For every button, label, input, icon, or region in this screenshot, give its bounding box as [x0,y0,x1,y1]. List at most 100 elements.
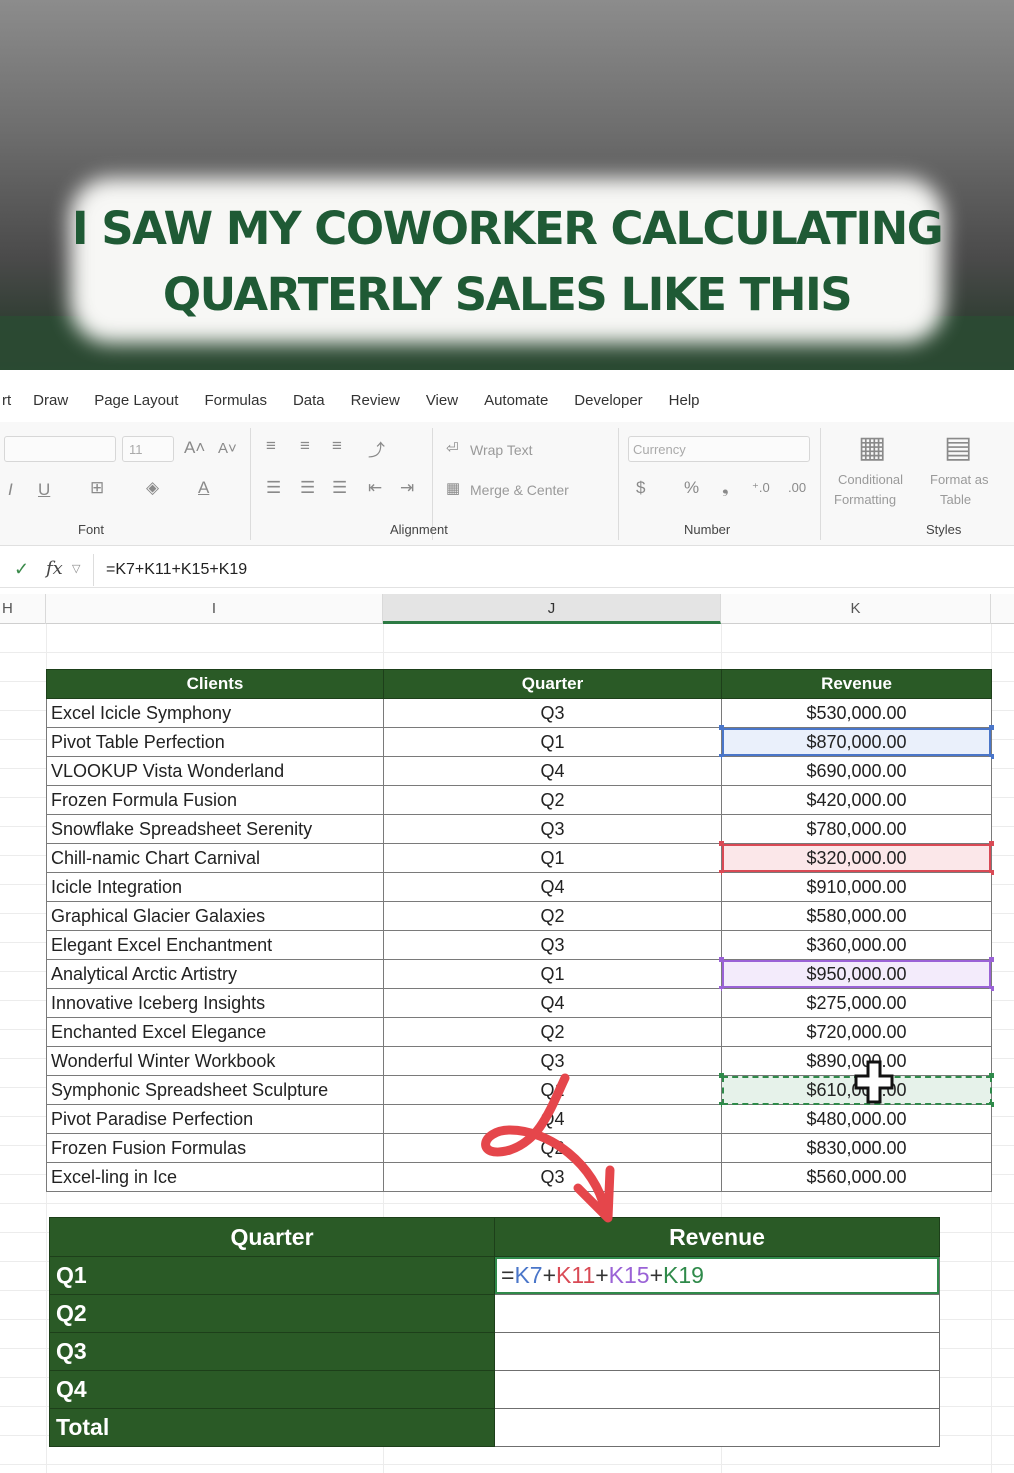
align-left-icon[interactable]: ☰ [266,478,281,498]
tab-review[interactable]: Review [351,392,400,409]
header-quarter[interactable]: Quarter [383,669,722,699]
reference-handle[interactable] [719,725,724,730]
quarter-cell[interactable]: Q3 [383,930,722,960]
quarter-cell[interactable]: Q1 [383,843,722,873]
summary-total-label[interactable]: Total [49,1408,495,1447]
quarter-cell[interactable]: Q2 [383,1133,722,1163]
revenue-cell[interactable]: $275,000.00 [721,988,992,1018]
reference-handle[interactable] [989,957,994,962]
quarter-cell[interactable]: Q3 [383,698,722,728]
revenue-cell[interactable]: $580,000.00 [721,901,992,931]
reference-handle[interactable] [719,1073,724,1078]
summary-header-quarter[interactable]: Quarter [49,1217,495,1257]
summary-revenue-cell-editing[interactable]: =K7+K11+K15+K19 [494,1256,940,1295]
revenue-cell[interactable]: $830,000.00 [721,1133,992,1163]
revenue-cell[interactable]: $890,000.00 [721,1046,992,1076]
revenue-cell-referenced[interactable]: $870,000.00 [719,725,994,759]
quarter-cell[interactable]: Q2 [383,1017,722,1047]
increase-decimal-icon[interactable]: ⁺.0 [752,480,770,496]
summary-header-revenue[interactable]: Revenue [494,1217,940,1257]
revenue-cell[interactable]: $360,000.00 [721,930,992,960]
column-header-i[interactable]: I [46,594,383,624]
quarter-cell[interactable]: Q2 [383,785,722,815]
summary-revenue-cell[interactable] [494,1294,940,1333]
decrease-decimal-icon[interactable]: .00 [788,480,806,495]
summary-quarter-label[interactable]: Q3 [49,1332,495,1371]
align-right-icon[interactable]: ☰ [332,478,347,498]
increase-indent-icon[interactable]: ⇥ [400,478,414,498]
font-color-icon[interactable]: A [198,478,209,498]
font-name-box[interactable] [4,436,116,462]
merge-center-button[interactable]: Merge & Center [470,482,569,498]
format-as-table-label-2[interactable]: Table [940,492,971,507]
client-cell[interactable]: Frozen Formula Fusion [46,785,384,815]
client-cell[interactable]: Snowflake Spreadsheet Serenity [46,814,384,844]
underline-icon[interactable]: U [38,480,50,500]
client-cell[interactable]: Chill-namic Chart Carnival [46,843,384,873]
revenue-cell[interactable]: $910,000.00 [721,872,992,902]
tab-insert-partial[interactable]: rt [2,392,11,409]
fill-color-icon[interactable]: ◈ [146,478,159,498]
tab-automate[interactable]: Automate [484,392,548,409]
tab-draw[interactable]: Draw [33,392,68,409]
align-top-icon[interactable]: ≡ [266,436,276,456]
conditional-formatting-label-1[interactable]: Conditional [838,472,903,487]
wrap-text-button[interactable]: Wrap Text [470,442,533,458]
insert-function-icon[interactable]: fx [46,558,63,579]
client-cell[interactable]: Icicle Integration [46,872,384,902]
format-as-table-label-1[interactable]: Format as [930,472,989,487]
client-cell[interactable]: Excel Icicle Symphony [46,698,384,728]
reference-handle[interactable] [719,957,724,962]
quarter-cell[interactable]: Q3 [383,814,722,844]
revenue-cell[interactable]: $690,000.00 [721,756,992,786]
client-cell[interactable]: Symphonic Spreadsheet Sculpture [46,1075,384,1105]
conditional-formatting-icon[interactable]: ▦ [858,430,886,465]
borders-icon[interactable]: ⊞ [90,478,104,498]
font-size-box[interactable]: 11 [122,436,174,462]
increase-font-icon[interactable]: A˄ [184,438,205,458]
format-as-table-icon[interactable]: ▤ [944,430,972,465]
client-cell[interactable]: Excel-ling in Ice [46,1162,384,1192]
revenue-cell[interactable]: $530,000.00 [721,698,992,728]
client-cell[interactable]: Pivot Paradise Perfection [46,1104,384,1134]
enter-check-icon[interactable]: ✓ [14,559,29,580]
number-format-dropdown[interactable]: Currency [628,436,810,462]
reference-handle[interactable] [719,841,724,846]
client-cell[interactable]: Wonderful Winter Workbook [46,1046,384,1076]
conditional-formatting-label-2[interactable]: Formatting [834,492,896,507]
revenue-cell[interactable]: $420,000.00 [721,785,992,815]
client-cell[interactable]: Elegant Excel Enchantment [46,930,384,960]
quarter-cell[interactable]: Q4 [383,872,722,902]
align-middle-icon[interactable]: ≡ [300,436,310,456]
decrease-font-icon[interactable]: A˅ [218,440,237,457]
client-cell[interactable]: VLOOKUP Vista Wonderland [46,756,384,786]
quarter-cell[interactable]: Q4 [383,988,722,1018]
tab-developer[interactable]: Developer [574,392,642,409]
revenue-cell-referenced[interactable]: $950,000.00 [719,957,994,991]
summary-quarter-label[interactable]: Q4 [49,1370,495,1409]
quarter-cell[interactable]: Q3 [383,1162,722,1192]
quarter-cell[interactable]: Q3 [383,1046,722,1076]
quarter-cell[interactable]: Q1 [383,727,722,757]
summary-quarter-label[interactable]: Q1 [49,1256,495,1295]
revenue-cell[interactable]: $480,000.00 [721,1104,992,1134]
column-header-j[interactable]: J [383,594,721,624]
quarter-cell[interactable]: Q1 [383,1075,722,1105]
percent-icon[interactable]: % [684,478,699,498]
italic-icon[interactable]: I [8,480,13,500]
client-cell[interactable]: Pivot Table Perfection [46,727,384,757]
client-cell[interactable]: Enchanted Excel Elegance [46,1017,384,1047]
revenue-cell[interactable]: $780,000.00 [721,814,992,844]
revenue-cell-referenced[interactable]: $320,000.00 [719,841,994,875]
formula-input[interactable]: =K7+K11+K15+K19 [93,554,1014,586]
column-header-h[interactable]: H [0,594,46,624]
align-center-icon[interactable]: ☰ [300,478,315,498]
summary-revenue-cell[interactable] [494,1370,940,1409]
summary-quarter-label[interactable]: Q2 [49,1294,495,1333]
tab-data[interactable]: Data [293,392,325,409]
header-revenue[interactable]: Revenue [721,669,992,699]
reference-handle[interactable] [989,1073,994,1078]
reference-handle[interactable] [989,841,994,846]
tab-page-layout[interactable]: Page Layout [94,392,178,409]
column-header-k[interactable]: K [721,594,991,624]
